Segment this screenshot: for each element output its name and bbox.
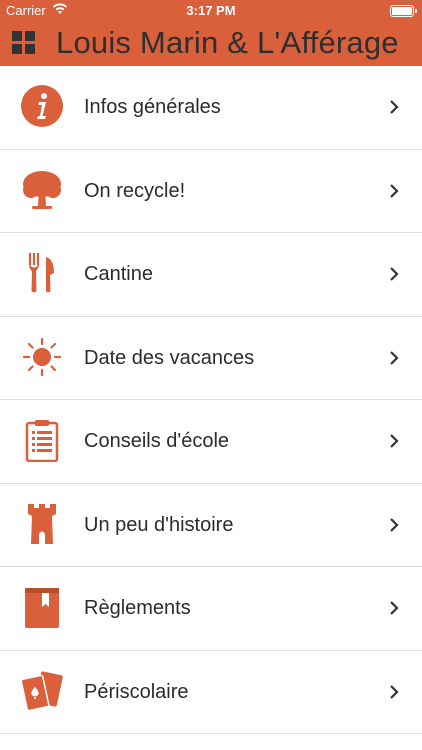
list-item-reglements[interactable]: Règlements xyxy=(0,567,422,651)
list-item-label: Date des vacances xyxy=(84,346,255,369)
sun-icon xyxy=(22,337,62,376)
chevron-right-icon xyxy=(390,434,399,448)
list-item-conseils[interactable]: Conseils d'école xyxy=(0,400,422,484)
list-item-periscolaire[interactable]: Périscolaire xyxy=(0,651,422,734)
chevron-right-icon xyxy=(390,183,399,198)
chevron-right-icon xyxy=(390,684,399,699)
status-bar: Carrier 3:17 PM xyxy=(0,0,422,22)
battery-icon xyxy=(390,5,417,17)
list-item-label: Règlements xyxy=(84,597,191,619)
page-title: Louis Marin & L'Afférage xyxy=(56,25,399,60)
chevron-right-icon xyxy=(390,517,399,532)
list-item-vacances[interactable]: Date des vacances xyxy=(0,317,422,400)
fork-knife-icon xyxy=(28,253,54,293)
chevron-right-icon xyxy=(390,601,399,615)
chevron-right-icon xyxy=(390,100,399,114)
list-item-label: Périscolaire xyxy=(84,680,189,703)
list-item-histoire[interactable]: Un peu d'histoire xyxy=(0,484,422,567)
list-item-label: Cantine xyxy=(84,263,153,285)
book-icon xyxy=(25,588,59,628)
list-item-label: Infos générales xyxy=(84,96,221,118)
info-icon xyxy=(21,85,63,127)
tree-icon xyxy=(23,170,61,209)
app-header: Carrier 3:17 PM Louis Marin & L'Afférage xyxy=(0,0,422,66)
chevron-right-icon xyxy=(390,350,399,365)
menu-grid-button[interactable] xyxy=(12,31,36,55)
list-item-recycle[interactable]: On recycle! xyxy=(0,150,422,233)
tower-icon xyxy=(28,503,56,544)
clipboard-icon xyxy=(25,420,59,462)
list-item-label: Conseils d'école xyxy=(84,430,230,452)
cards-icon xyxy=(20,670,63,711)
list-item-cantine[interactable]: Cantine xyxy=(0,233,422,317)
chevron-right-icon xyxy=(390,267,399,281)
list-item-infos[interactable]: Infos générales xyxy=(0,66,422,150)
list-item-label: Un peu d'histoire xyxy=(84,513,234,536)
list-item-label: On recycle! xyxy=(84,179,186,202)
menu-list: Infos générales On recycle! Cantine Date… xyxy=(0,66,422,734)
clock: 3:17 PM xyxy=(186,3,236,18)
